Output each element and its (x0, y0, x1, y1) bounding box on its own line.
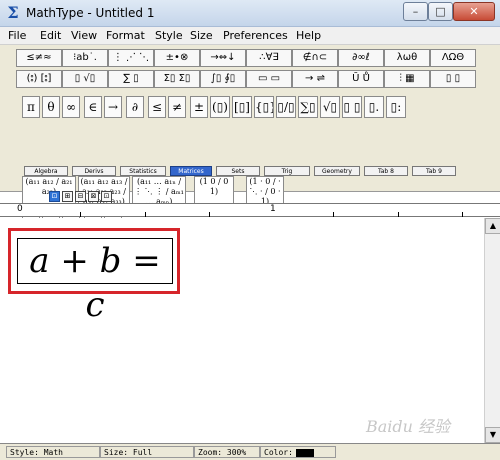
greek-upper-palette[interactable]: ΛΩΘ (430, 49, 476, 67)
underbar-overbar-palette[interactable]: ▭ ▭ (246, 70, 292, 88)
equation-document[interactable]: a + b = c (0, 218, 484, 443)
arrow-right-button[interactable]: → (104, 96, 122, 118)
menu-format[interactable]: Format (106, 29, 145, 42)
ruler-tick (333, 212, 334, 217)
status-size: Size: Full (100, 446, 194, 458)
tab-8[interactable]: Tab 8 (364, 166, 408, 176)
mathtype-app-icon[interactable]: Σ (5, 5, 21, 21)
menu-bar: File Edit View Format Style Size Prefere… (0, 27, 500, 45)
summation-palette[interactable]: Σ▯ Σ▯ (154, 70, 200, 88)
misc-symbols-palette[interactable]: ∂∞ℓ (338, 49, 384, 67)
color-swatch (295, 448, 314, 457)
plus-minus-button[interactable]: ± (190, 96, 208, 118)
ruler-tick (80, 212, 81, 217)
less-equal-button[interactable]: ≤ (148, 96, 166, 118)
ruler-tick (398, 212, 399, 217)
scroll-down-arrow-icon[interactable]: ▼ (485, 427, 500, 443)
menu-preferences[interactable]: Preferences (223, 29, 288, 42)
menu-view[interactable]: View (71, 29, 97, 42)
status-zoom: Zoom: 300% (194, 446, 260, 458)
menu-file[interactable]: File (8, 29, 26, 42)
status-style: Style: Math (6, 446, 100, 458)
integrals-palette[interactable]: ∫▯ ∮▯ (200, 70, 246, 88)
partial-button[interactable]: ∂ (126, 96, 144, 118)
nudge-button-1[interactable]: ⊡ (49, 191, 60, 202)
embellishments-palette[interactable]: ⋮ ⋰ ⋱ (108, 49, 154, 67)
subscript-template-button[interactable]: ▯. (364, 96, 384, 118)
labeled-arrows-palette[interactable]: → ⇌ (292, 70, 338, 88)
tab-statistics[interactable]: Statistics (120, 166, 166, 176)
status-color: Color: (260, 446, 336, 458)
ruler-mark-0: 0 (17, 204, 23, 214)
greek-lower-palette[interactable]: λωθ (384, 49, 430, 67)
nudge-button-4[interactable]: ⊠ (88, 191, 99, 202)
logic-palette[interactable]: ∴∀∃ (246, 49, 292, 67)
vertical-scrollbar[interactable]: ▲ ▼ (484, 218, 500, 443)
theta-button[interactable]: θ (42, 96, 60, 118)
superscript-template-button[interactable]: ▯ ▯ (342, 96, 362, 118)
status-color-label: Color: (264, 448, 293, 457)
ruler-tick (462, 212, 463, 217)
element-of-button[interactable]: ∈ (84, 96, 102, 118)
equation[interactable]: a + b = c (17, 238, 173, 325)
subscript-superscript-palette[interactable]: ∑ ▯ (108, 70, 154, 88)
sqrt-template-button[interactable]: √▯ (320, 96, 340, 118)
tab-algebra[interactable]: Algebra (24, 166, 68, 176)
baidu-watermark: Baidu 经验 (366, 417, 451, 436)
fences-palette[interactable]: (⦂) [⦂] (16, 70, 62, 88)
palette-area: ≤≠≈ ⁝ab˙. ⋮ ⋰ ⋱ ±•⊗ →⇔↓ ∴∀∃ ∉∩⊂ ∂∞ℓ λωθ … (0, 45, 500, 229)
ruler-tick (145, 212, 146, 217)
parens-template-button[interactable]: (▯) (210, 96, 230, 118)
status-bar: Style: Math Size: Full Zoom: 300% Color: (0, 443, 500, 460)
nudge-button-3[interactable]: ⊟ (75, 191, 86, 202)
menu-style[interactable]: Style (155, 29, 183, 42)
subsup-template-button[interactable]: ▯: (386, 96, 406, 118)
ruler-tick (209, 212, 210, 217)
not-equal-button[interactable]: ≠ (168, 96, 186, 118)
menu-edit[interactable]: Edit (40, 29, 61, 42)
relations-palette[interactable]: ≤≠≈ (16, 49, 62, 67)
arrows-palette[interactable]: →⇔↓ (200, 49, 246, 67)
fractions-radicals-palette[interactable]: ▯ √▯ (62, 70, 108, 88)
menu-size[interactable]: Size (190, 29, 213, 42)
spaces-palette[interactable]: ⁝ab˙. (62, 49, 108, 67)
nudge-button-2[interactable]: ⊞ (62, 191, 73, 202)
pi-button[interactable]: π (22, 96, 40, 118)
maximize-button[interactable]: □ (428, 2, 453, 21)
title-bar: Σ MathType - Untitled 1 – □ ✕ (0, 0, 500, 27)
ruler-mark-1: 1 (270, 204, 276, 214)
menu-help[interactable]: Help (296, 29, 321, 42)
operators-palette[interactable]: ±•⊗ (154, 49, 200, 67)
tab-matrices[interactable]: Matrices (170, 166, 212, 176)
infinity-button[interactable]: ∞ (62, 96, 80, 118)
boxes-palette[interactable]: ▯ ▯ (430, 70, 476, 88)
scroll-up-arrow-icon[interactable]: ▲ (485, 218, 500, 234)
products-set-palette[interactable]: Ū Ů (338, 70, 384, 88)
brackets-template-button[interactable]: [▯] (232, 96, 252, 118)
set-theory-palette[interactable]: ∉∩⊂ (292, 49, 338, 67)
tab-derivs[interactable]: Derivs (72, 166, 116, 176)
matrices-palette[interactable]: ⫶ ▦ (384, 70, 430, 88)
tab-sets[interactable]: Sets (216, 166, 260, 176)
tab-geometry[interactable]: Geometry (314, 166, 360, 176)
tab-9[interactable]: Tab 9 (412, 166, 456, 176)
window-title: MathType - Untitled 1 (26, 6, 155, 20)
nudge-button-5[interactable]: ⊡ (101, 191, 112, 202)
braces-template-button[interactable]: {▯} (254, 96, 274, 118)
close-button[interactable]: ✕ (453, 2, 495, 21)
minimize-button[interactable]: – (403, 2, 428, 21)
ruler[interactable]: 0 1 (0, 203, 500, 217)
tab-trig[interactable]: Trig (264, 166, 310, 176)
sum-template-button[interactable]: ∑▯ (298, 96, 318, 118)
fraction-template-button[interactable]: ▯/▯ (276, 96, 296, 118)
red-highlight-frame: a + b = c (8, 228, 180, 325)
